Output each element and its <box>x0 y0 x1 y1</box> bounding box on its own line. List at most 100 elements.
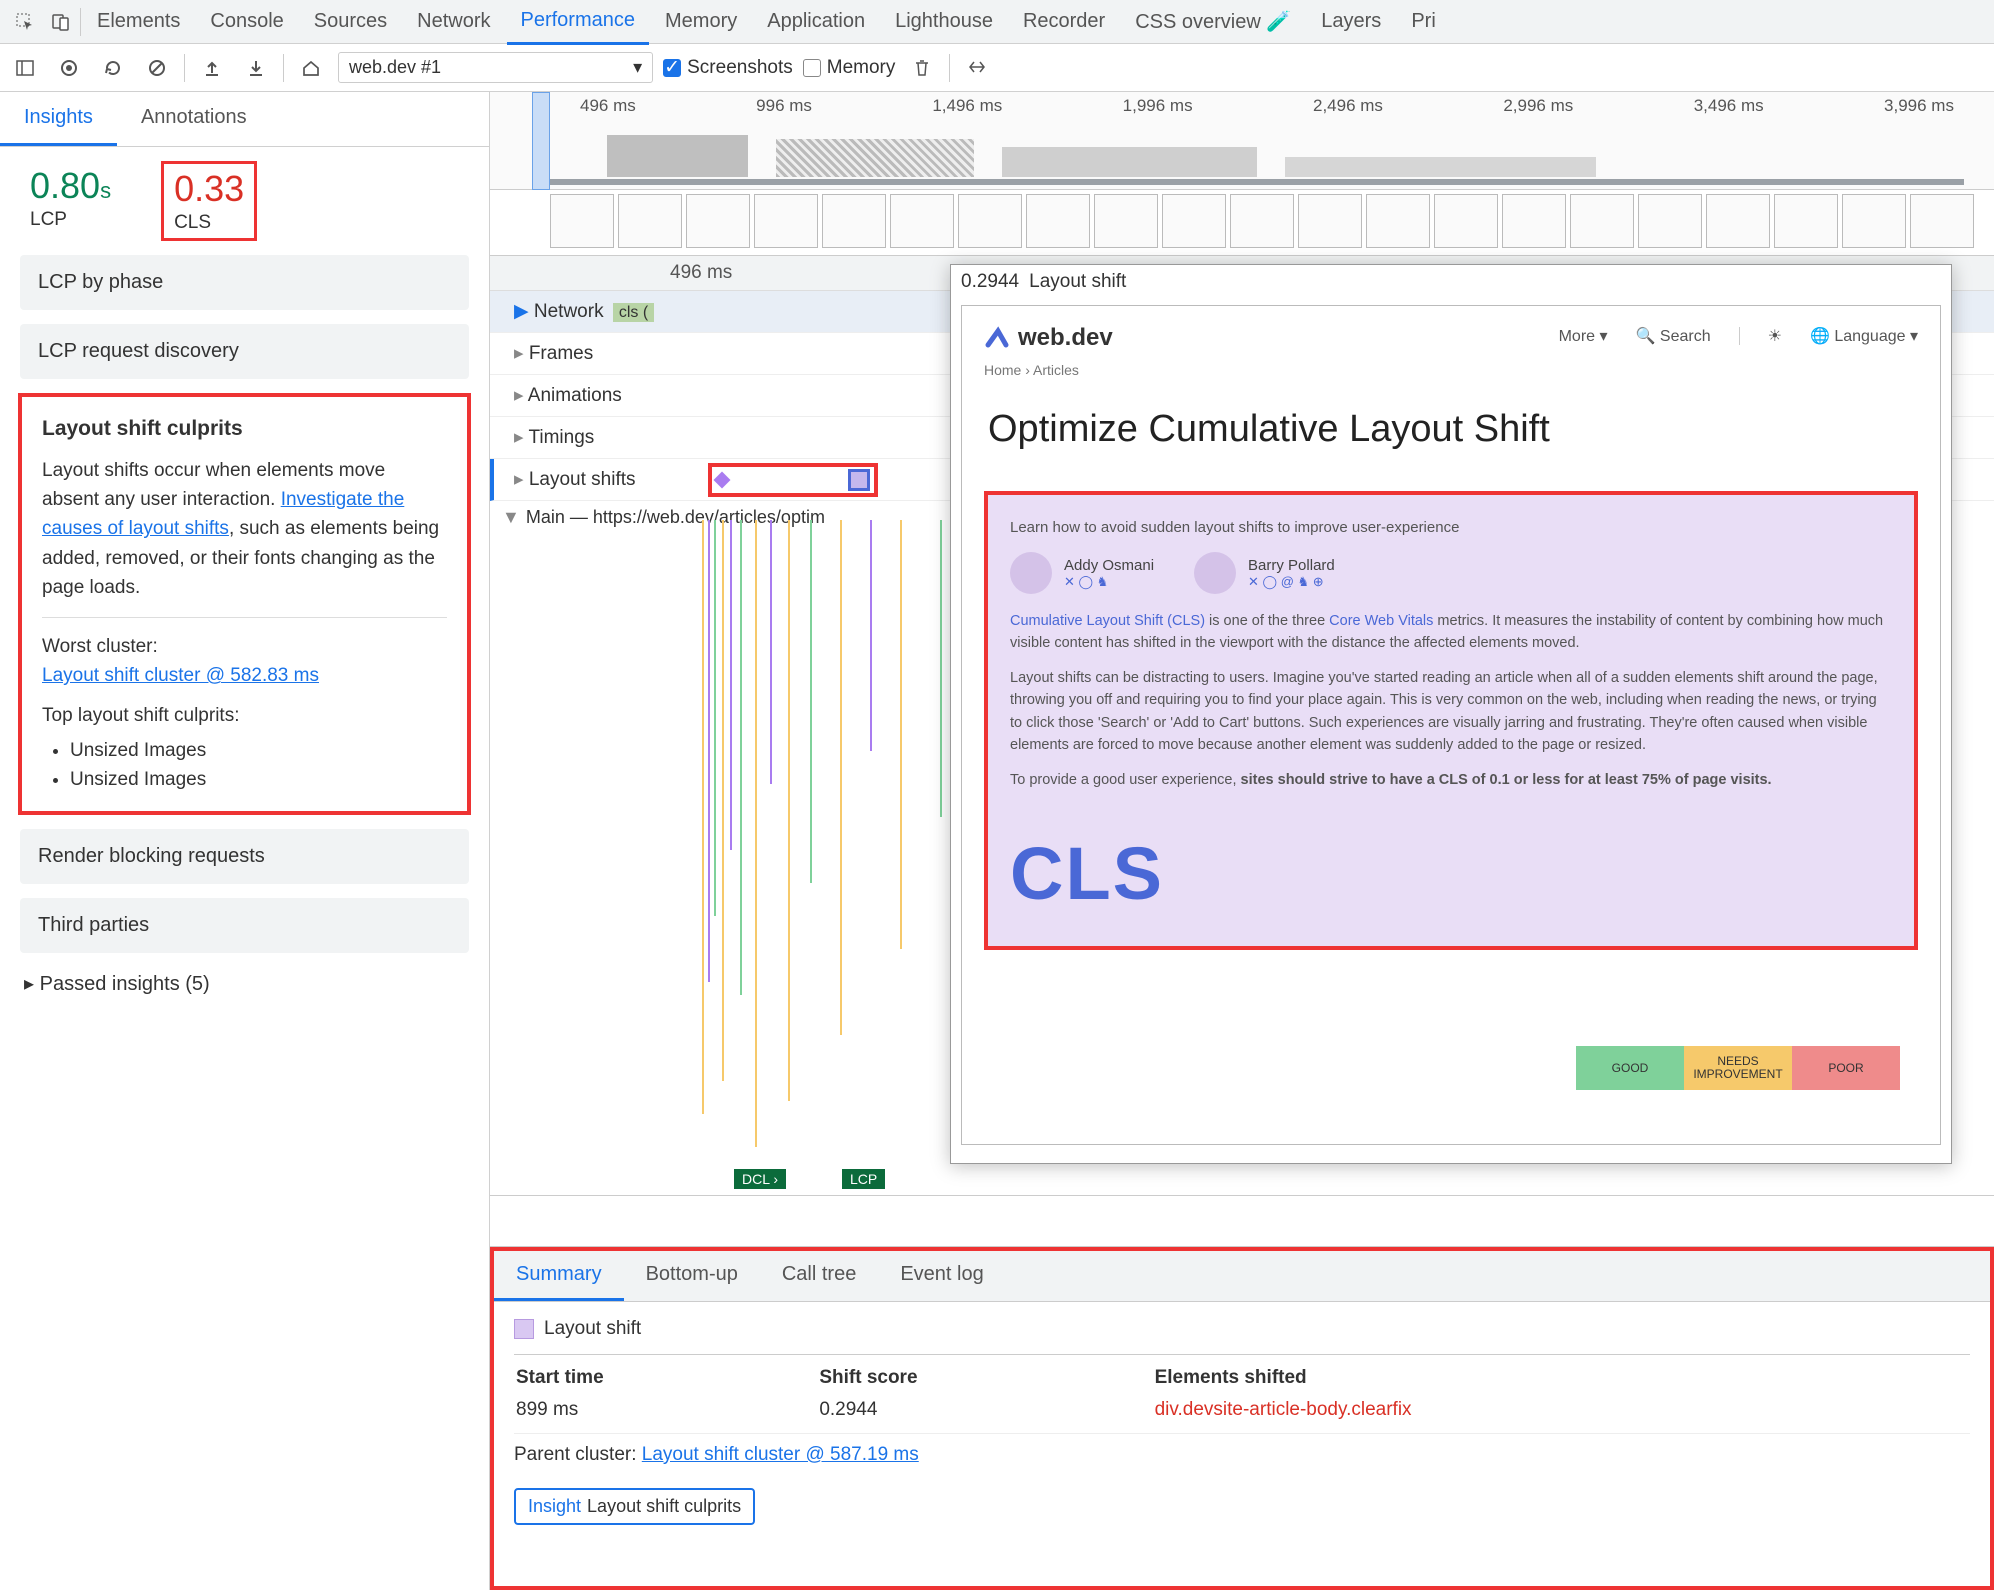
filmstrip-thumb[interactable] <box>1638 194 1702 248</box>
lcp-marker[interactable]: LCP <box>842 1169 885 1189</box>
tab-cssoverview[interactable]: CSS overview 🧪 <box>1121 0 1305 44</box>
link-cls: Cumulative Layout Shift (CLS) <box>1010 613 1205 629</box>
filmstrip-thumb[interactable] <box>1366 194 1430 248</box>
col-score: Shift score <box>819 1357 1152 1395</box>
insight-lcp-phase[interactable]: LCP by phase <box>20 255 469 310</box>
filmstrip-thumb[interactable] <box>754 194 818 248</box>
side-tabs: Insights Annotations <box>0 92 489 147</box>
screenshots-checkbox[interactable]: ✓ Screenshots <box>663 57 793 79</box>
inspect-icon[interactable] <box>8 5 42 39</box>
layout-shift-markers[interactable] <box>708 463 878 497</box>
filmstrip-thumb[interactable] <box>686 194 750 248</box>
filmstrip-thumb[interactable] <box>1842 194 1906 248</box>
sidetab-insights[interactable]: Insights <box>0 92 117 146</box>
val-score: 0.2944 <box>819 1397 1152 1431</box>
tab-network[interactable]: Network <box>403 0 504 43</box>
breadcrumb: Home › Articles <box>984 362 1918 378</box>
para: Layout shifts can be distracting to user… <box>1010 667 1892 757</box>
memory-checkbox[interactable]: Memory <box>803 57 896 79</box>
filmstrip-thumb[interactable] <box>1094 194 1158 248</box>
reload-record-icon[interactable] <box>96 51 130 85</box>
cls-metric[interactable]: 0.33 CLS <box>161 161 257 241</box>
performance-toolbar: web.dev #1 ▾ ✓ Screenshots Memory <box>0 44 1994 92</box>
filmstrip-thumb[interactable] <box>1162 194 1226 248</box>
search-placeholder: Search <box>1660 328 1711 345</box>
parent-cluster-label: Parent cluster: <box>514 1444 642 1465</box>
main-split: Insights Annotations 0.80s LCP 0.33 CLS … <box>0 92 1994 1590</box>
insight-render-blocking[interactable]: Render blocking requests <box>20 829 469 884</box>
tab-performance[interactable]: Performance <box>507 0 650 45</box>
tab-overflow[interactable]: Pri <box>1397 0 1449 43</box>
insight-chip[interactable]: InsightLayout shift culprits <box>514 1488 755 1525</box>
minimap[interactable]: 496 ms 996 ms 1,496 ms 1,996 ms 2,496 ms… <box>490 92 1994 190</box>
shortcuts-icon[interactable] <box>960 51 994 85</box>
tick: 496 ms <box>580 96 636 116</box>
layout-shift-culprits-card[interactable]: Layout shift culprits Layout shifts occu… <box>18 393 471 815</box>
filmstrip-thumb[interactable] <box>550 194 614 248</box>
track-label: Timings <box>490 426 700 449</box>
author: Addy Osmani✕ ◯ ♞ <box>1010 552 1154 594</box>
filmstrip-thumb[interactable] <box>1910 194 1974 248</box>
dtab-eventlog[interactable]: Event log <box>878 1251 1005 1301</box>
tick: 2,996 ms <box>1503 96 1573 116</box>
cls-value: 0.33 <box>174 168 244 210</box>
track-label: Layout shifts <box>494 468 704 491</box>
tab-memory[interactable]: Memory <box>651 0 751 43</box>
chip-text: Layout shift culprits <box>587 1496 741 1516</box>
dtab-bottomup[interactable]: Bottom-up <box>624 1251 760 1301</box>
tab-sources[interactable]: Sources <box>300 0 401 43</box>
filmstrip-thumb[interactable] <box>1774 194 1838 248</box>
filmstrip-thumb[interactable] <box>958 194 1022 248</box>
minimap-handle[interactable] <box>532 92 550 190</box>
tab-console[interactable]: Console <box>196 0 297 43</box>
gc-icon[interactable] <box>905 51 939 85</box>
checkbox-checked-icon: ✓ <box>663 59 681 77</box>
insight-lcp-discovery[interactable]: LCP request discovery <box>20 324 469 379</box>
tick: 496 ms <box>670 262 732 284</box>
culprit-worst-link[interactable]: Layout shift cluster @ 582.83 ms <box>42 665 319 686</box>
dcl-marker[interactable]: DCL › <box>734 1169 786 1189</box>
download-icon[interactable] <box>239 51 273 85</box>
filmstrip-thumb[interactable] <box>1570 194 1634 248</box>
toggle-sidebar-icon[interactable] <box>8 51 42 85</box>
val-elements[interactable]: div.devsite-article-body.clearfix <box>1155 1397 1968 1431</box>
filmstrip-thumb[interactable] <box>1298 194 1362 248</box>
tab-recorder[interactable]: Recorder <box>1009 0 1119 43</box>
passed-insights-toggle[interactable]: Passed insights (5) <box>0 953 489 1014</box>
lcp-metric[interactable]: 0.80s LCP <box>20 161 121 241</box>
filmstrip-thumb[interactable] <box>890 194 954 248</box>
tab-application[interactable]: Application <box>753 0 879 43</box>
filmstrip-thumb[interactable] <box>1026 194 1090 248</box>
upload-icon[interactable] <box>195 51 229 85</box>
detail-tabs: Summary Bottom-up Call tree Event log <box>494 1251 1990 1302</box>
tab-elements[interactable]: Elements <box>83 0 194 43</box>
shifted-region-highlight: Learn how to avoid sudden layout shifts … <box>984 491 1918 950</box>
filmstrip-thumb[interactable] <box>1502 194 1566 248</box>
clear-icon[interactable] <box>140 51 174 85</box>
detail-table: Start time Shift score Elements shifted … <box>514 1354 1970 1433</box>
filmstrip-thumb[interactable] <box>618 194 682 248</box>
filmstrip-thumb[interactable] <box>1434 194 1498 248</box>
parent-cluster-link[interactable]: Layout shift cluster @ 587.19 ms <box>642 1444 919 1465</box>
tab-layers[interactable]: Layers <box>1307 0 1395 43</box>
recording-selector[interactable]: web.dev #1 ▾ <box>338 52 653 83</box>
insight-third-parties[interactable]: Third parties <box>20 898 469 953</box>
filmstrip-thumb[interactable] <box>822 194 886 248</box>
divider <box>80 8 81 36</box>
sidetab-annotations[interactable]: Annotations <box>117 92 271 146</box>
home-icon[interactable] <box>294 51 328 85</box>
record-icon[interactable] <box>52 51 86 85</box>
dtab-summary[interactable]: Summary <box>494 1251 624 1301</box>
tab-lighthouse[interactable]: Lighthouse <box>881 0 1007 43</box>
device-toggle-icon[interactable] <box>44 5 78 39</box>
more-menu: More ▾ <box>1559 326 1608 346</box>
layout-shift-diamond-icon[interactable] <box>714 471 731 488</box>
overlay-score: 0.2944 <box>961 271 1019 293</box>
culprit-title: Layout shift culprits <box>42 413 447 446</box>
dtab-calltree[interactable]: Call tree <box>760 1251 878 1301</box>
avatar <box>1194 552 1236 594</box>
layout-shift-selected-icon[interactable] <box>848 469 870 491</box>
filmstrip[interactable] <box>490 190 1994 256</box>
filmstrip-thumb[interactable] <box>1706 194 1770 248</box>
filmstrip-thumb[interactable] <box>1230 194 1294 248</box>
